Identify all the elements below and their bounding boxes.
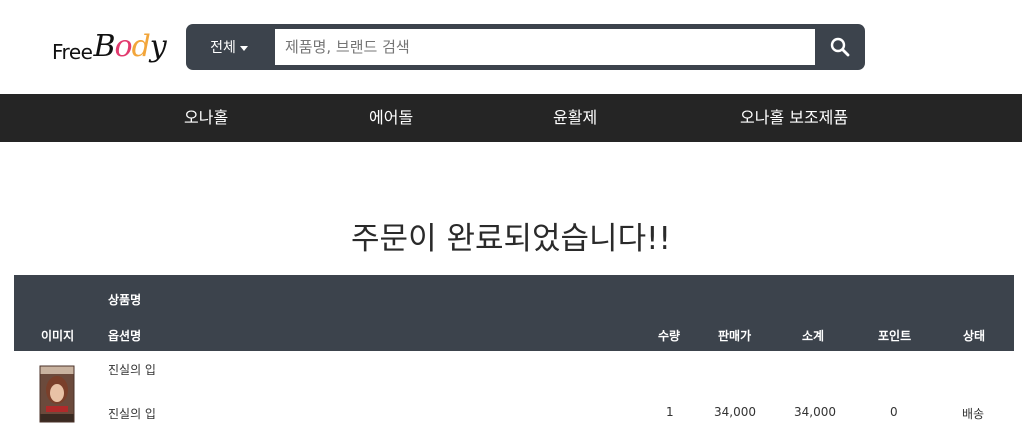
nav-item-onahole-accessories[interactable]: 오나홀 보조제품 [740, 94, 848, 142]
header-points: 포인트 [878, 329, 912, 343]
search-scope-dropdown[interactable]: 전체 [186, 24, 272, 70]
header-image: 이미지 [41, 329, 75, 343]
freebody-logo[interactable]: Free Body [52, 28, 167, 63]
nav-item-lubricant[interactable]: 윤활제 [553, 94, 597, 142]
search-input[interactable] [275, 29, 815, 65]
table-row: 진실의 입 1 34,000 34,000 0 배송 [14, 394, 1014, 437]
table-row: 진실의 입 [14, 351, 1014, 394]
site-header: Free Body 전체 [0, 0, 1022, 94]
header-price: 판매가 [718, 329, 752, 343]
header-product-name: 상품명 [108, 293, 142, 307]
search-icon [830, 37, 850, 57]
search-scope-label: 전체 [210, 40, 236, 56]
search-bar: 전체 [186, 24, 865, 70]
header-option-name: 옵션명 [108, 329, 142, 343]
quantity-value: 1 [666, 405, 674, 419]
page-title: 주문이 완료되었습니다!! [351, 221, 671, 257]
option-name: 진실의 입 [108, 407, 156, 421]
status-value: 배송 [962, 407, 985, 421]
category-nav: 오나홀 에어돌 윤활제 오나홀 보조제품 [0, 94, 1022, 142]
product-name-link[interactable]: 진실의 입 [108, 361, 156, 378]
nav-item-airdoll[interactable]: 에어돌 [369, 94, 413, 142]
nav-item-onahole[interactable]: 오나홀 [184, 94, 228, 142]
subtotal-value: 34,000 [794, 405, 836, 419]
product-thumbnail[interactable] [38, 364, 76, 424]
header-subtotal: 소계 [802, 329, 825, 343]
header-quantity: 수량 [658, 329, 681, 343]
search-button[interactable] [815, 24, 865, 70]
price-value: 34,000 [714, 405, 756, 419]
points-value: 0 [890, 405, 898, 419]
order-table-header: 이미지 상품명 옵션명 수량 판매가 소계 포인트 상태 [14, 275, 1014, 351]
header-status: 상태 [963, 329, 986, 343]
caret-down-icon [239, 45, 248, 51]
